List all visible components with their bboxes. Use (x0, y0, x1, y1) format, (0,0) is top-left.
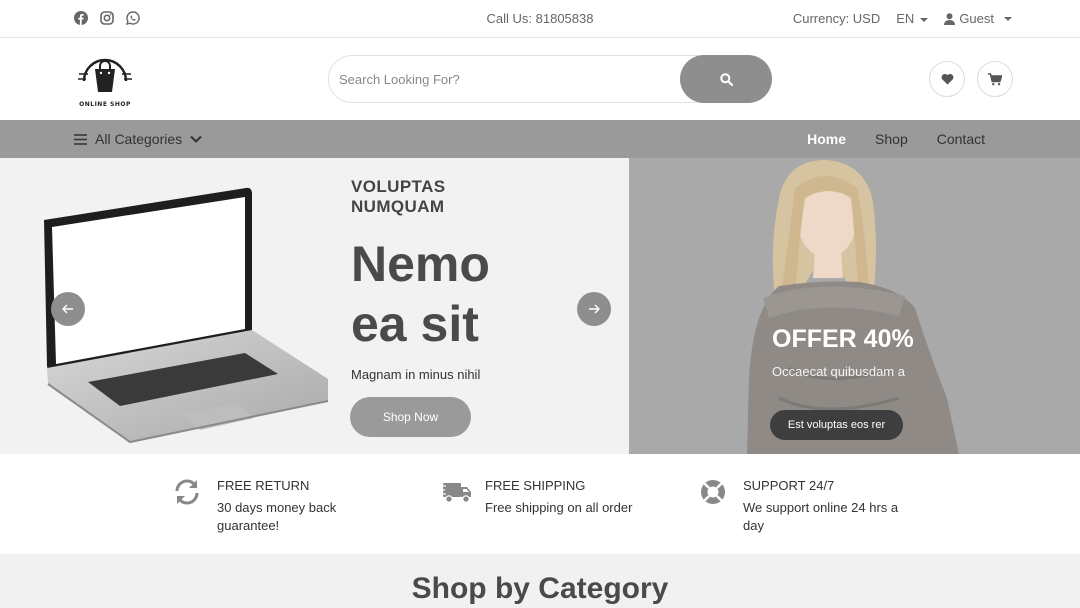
hero-carousel: VOLUPTAS NUMQUAM Nemo ea sit Magnam in m… (0, 158, 629, 454)
caret-down-icon (1004, 16, 1012, 21)
shop-by-category-section: Shop by Category (0, 554, 1080, 608)
user-label: Guest (959, 11, 994, 26)
offer-description: Occaecat quibusdam a (772, 364, 905, 379)
carousel-prev-button[interactable] (51, 292, 85, 326)
facebook-icon[interactable] (74, 11, 88, 25)
language-label: EN (896, 11, 915, 26)
section-title: Shop by Category (411, 572, 669, 605)
call-us-label[interactable]: Call Us: 81805838 (487, 11, 594, 26)
offer-title: OFFER 40% (772, 325, 914, 353)
hero-description: Magnam in minus nihil (351, 367, 481, 382)
cart-button[interactable] (977, 61, 1013, 97)
shop-now-button[interactable]: Shop Now (350, 397, 471, 437)
hero-title-line2: ea sit (351, 296, 479, 352)
currency-selector[interactable]: Currency: USD (793, 11, 880, 26)
search-icon (719, 72, 733, 86)
instagram-icon[interactable] (100, 11, 114, 25)
all-categories-dropdown[interactable]: All Categories (74, 131, 202, 147)
cart-icon (988, 72, 1002, 85)
chevron-down-icon (190, 135, 202, 143)
arrow-left-icon (62, 304, 73, 314)
top-bar: Call Us: 81805838 Currency: USD EN Guest (0, 0, 1080, 38)
feature-title: FREE RETURN (217, 478, 310, 493)
nav-link-contact[interactable]: Contact (937, 131, 985, 147)
hero-title: Nemo ea sit (351, 234, 490, 354)
feature-description: We support online 24 hrs a day (743, 500, 899, 533)
search-button[interactable] (680, 55, 772, 103)
heart-icon (941, 73, 953, 85)
logo-text: ONLINE SHOP (79, 101, 131, 108)
shop-logo[interactable]: ONLINE SHOP (74, 52, 136, 108)
offer-button[interactable]: Est voluptas eos rer (770, 410, 903, 440)
search-input[interactable] (329, 56, 679, 102)
carousel-next-button[interactable] (577, 292, 611, 326)
feature-title: SUPPORT 24/7 (743, 478, 835, 493)
arrow-right-icon (589, 304, 600, 314)
hero-title-line1: Nemo (351, 236, 490, 292)
hero-subtitle: VOLUPTAS NUMQUAM (351, 177, 446, 217)
offer-banner[interactable]: OFFER 40% Occaecat quibusdam a Est volup… (629, 158, 1080, 454)
all-categories-label: All Categories (95, 131, 183, 147)
refresh-icon (175, 479, 199, 505)
header: ONLINE SHOP (0, 38, 1080, 120)
hero-subtitle-line1: VOLUPTAS (351, 177, 446, 196)
feature-description: Free shipping on all order (485, 500, 633, 515)
feature-description: 30 days money back guarantee! (217, 500, 337, 533)
caret-down-icon (920, 17, 929, 22)
whatsapp-icon[interactable] (126, 11, 140, 25)
hero-subtitle-line2: NUMQUAM (351, 197, 445, 216)
truck-icon (441, 483, 471, 503)
nav-link-shop[interactable]: Shop (875, 131, 908, 147)
hamburger-icon (74, 133, 87, 145)
main-nav: All Categories Home Shop Contact (0, 120, 1080, 158)
features-strip: FREE RETURN 30 days money back guarantee… (0, 454, 1080, 554)
nav-links: Home Shop Contact (807, 131, 985, 147)
lifebuoy-icon (701, 480, 725, 504)
search-bar (328, 55, 772, 103)
feature-title: FREE SHIPPING (485, 478, 586, 493)
shopping-bag-logo-icon (78, 58, 132, 92)
wishlist-button[interactable] (929, 61, 965, 97)
user-icon (944, 12, 956, 25)
language-dropdown[interactable]: EN (896, 11, 929, 26)
nav-link-home[interactable]: Home (807, 131, 846, 147)
user-dropdown[interactable]: Guest (944, 11, 1012, 26)
social-links (74, 11, 140, 25)
top-right-menu: Currency: USD EN Guest (793, 11, 1012, 26)
